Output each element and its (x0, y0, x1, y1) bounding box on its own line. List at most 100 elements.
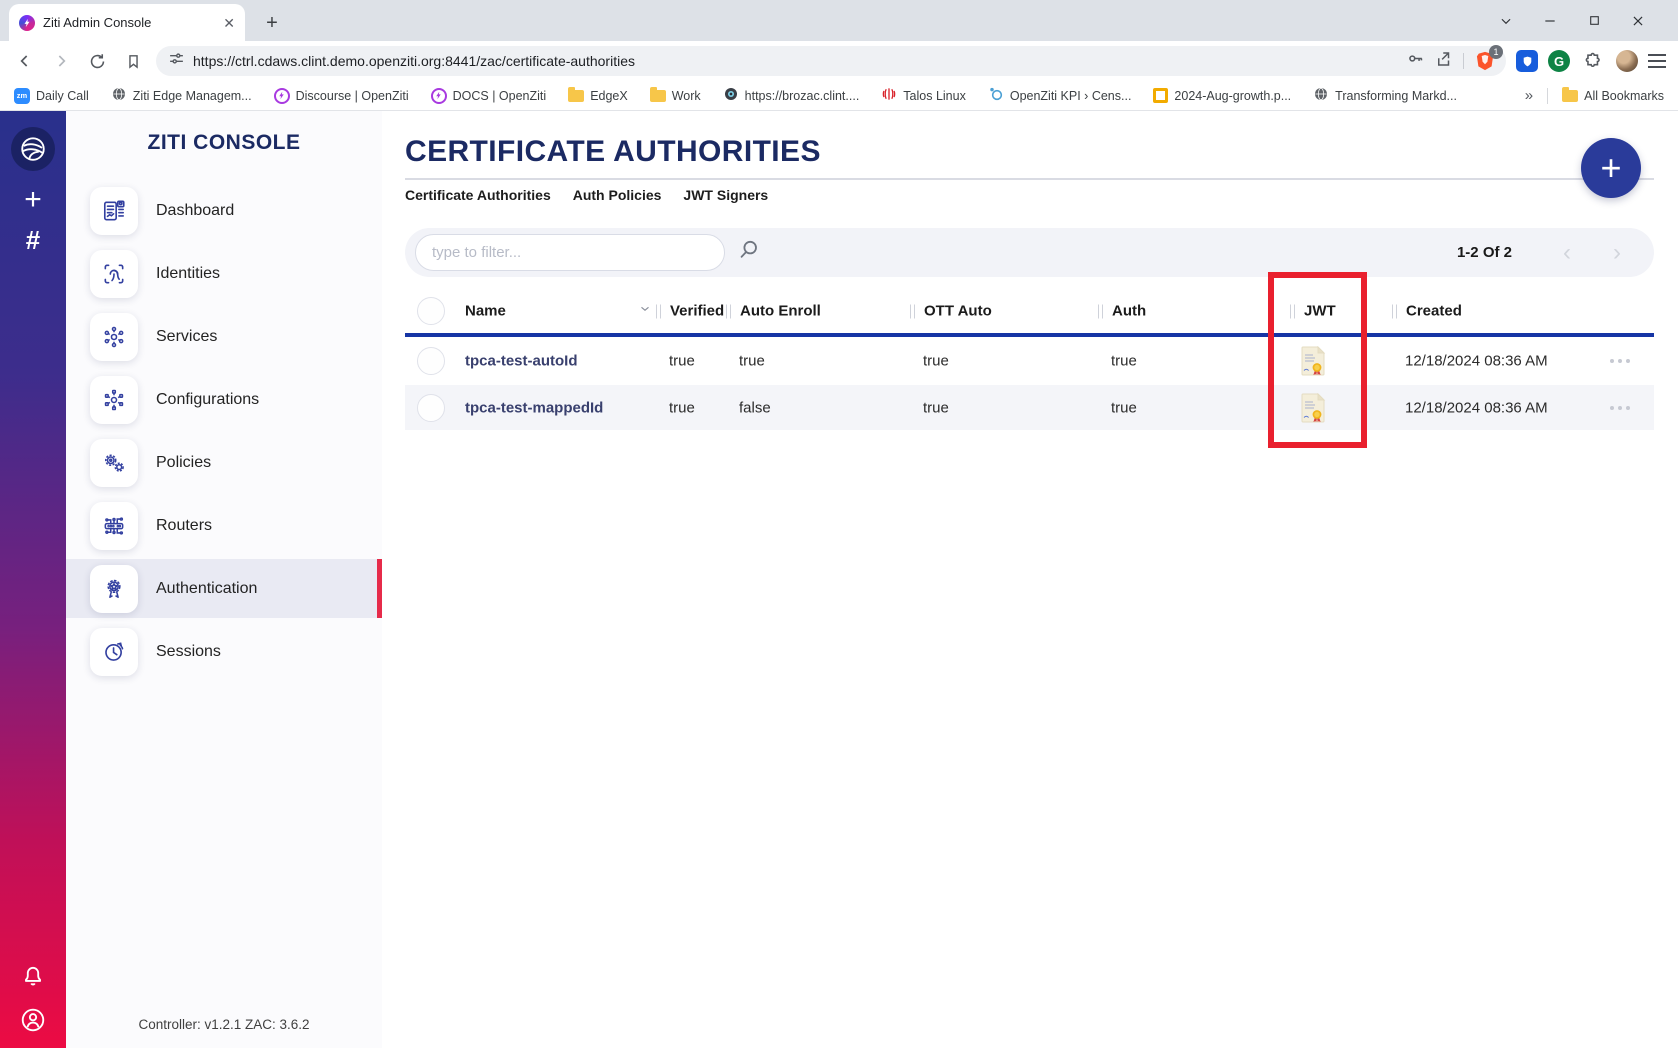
account-icon[interactable] (0, 1006, 66, 1034)
sidebar-item-configurations[interactable]: Configurations (66, 370, 382, 429)
sidebar-item-sessions[interactable]: Sessions (66, 622, 382, 681)
bitwarden-extension-icon[interactable] (1516, 50, 1538, 72)
column-name[interactable]: Name (465, 303, 506, 320)
sort-chevron-icon[interactable] (638, 302, 652, 321)
certificate-jwt-icon[interactable] (1300, 393, 1326, 423)
window-minimize-button[interactable] (1528, 0, 1572, 41)
profile-avatar[interactable] (1616, 50, 1638, 72)
site-settings-tune-icon[interactable] (168, 50, 185, 72)
bookmark-item[interactable]: Talos Linux (881, 86, 966, 105)
shield-badge: 1 (1489, 45, 1503, 59)
app-brand: ZITI CONSOLE (66, 131, 382, 155)
share-icon[interactable] (1435, 50, 1453, 73)
tab-title: Ziti Admin Console (43, 15, 215, 30)
cell-auto-enroll: false (739, 399, 771, 416)
bookmark-item[interactable]: Transforming Markd... (1313, 86, 1457, 105)
row-checkbox[interactable] (417, 347, 445, 375)
rail-hash-button[interactable]: # (0, 225, 66, 256)
bookmark-item[interactable]: EdgeX (568, 89, 628, 103)
bookmarks-overflow-chevrons[interactable]: » (1525, 87, 1533, 104)
page-title: CERTIFICATE AUTHORITIES (405, 135, 821, 169)
row-actions-button[interactable] (1610, 406, 1630, 410)
pagination-prev-icon[interactable]: ‹ (1554, 241, 1580, 265)
openziti-ring-icon (431, 88, 447, 104)
main-content: CERTIFICATE AUTHORITIES Certificate Auth… (382, 111, 1678, 1048)
row-checkbox[interactable] (417, 394, 445, 422)
cell-name[interactable]: tpca-test-mappedId (465, 399, 603, 416)
password-key-icon[interactable] (1406, 49, 1425, 73)
column-ott-auto[interactable]: OTT Auto (910, 303, 992, 320)
grammarly-extension-icon[interactable]: G (1548, 50, 1570, 72)
brave-shield-icon[interactable]: 1 (1474, 50, 1496, 72)
bookmark-item[interactable]: https://brozac.clint.... (723, 86, 860, 105)
back-button[interactable] (12, 48, 38, 74)
column-jwt[interactable]: JWT (1290, 303, 1336, 320)
sidebar-item-policies[interactable]: Policies (66, 433, 382, 492)
certificate-jwt-icon[interactable] (1300, 346, 1326, 376)
sidebar-item-authentication[interactable]: Authentication (66, 559, 382, 618)
browser-menu-icon[interactable] (1648, 54, 1666, 68)
bookmark-item[interactable]: Work (650, 89, 701, 103)
table-row[interactable]: tpca-test-autoId true true true true (405, 337, 1654, 385)
bookmark-item[interactable]: 2024-Aug-growth.p... (1153, 88, 1291, 103)
configurations-network-icon (90, 376, 138, 424)
bookmark-item[interactable]: DOCS | OpenZiti (431, 88, 547, 104)
cell-verified: true (669, 353, 695, 370)
bookmark-item[interactable]: zm Daily Call (14, 88, 89, 104)
cell-created: 12/18/2024 08:36 AM (1405, 399, 1548, 416)
rail-add-button[interactable]: + (0, 183, 66, 217)
divider (1547, 88, 1548, 104)
window-close-button[interactable] (1616, 0, 1660, 41)
all-bookmarks-button[interactable]: All Bookmarks (1562, 89, 1664, 103)
tab-auth-policies[interactable]: Auth Policies (573, 187, 662, 203)
sidebar: ZITI CONSOLE Dashboard (66, 111, 382, 1048)
policies-gears-icon (90, 439, 138, 487)
forward-button[interactable] (48, 48, 74, 74)
tab-search-chevron-icon[interactable] (1484, 0, 1528, 41)
divider (405, 178, 1654, 180)
column-created[interactable]: Created (1392, 303, 1462, 320)
bookmark-item[interactable]: Discourse | OpenZiti (274, 88, 409, 104)
pagination-next-icon[interactable]: › (1604, 241, 1630, 265)
browser-tab[interactable]: Ziti Admin Console ✕ (9, 4, 245, 41)
bookmarks-bar: zm Daily Call Ziti Edge Managem... Disco… (0, 81, 1678, 111)
bookmark-page-icon[interactable] (120, 48, 146, 74)
column-auto-enroll[interactable]: Auto Enroll (726, 303, 821, 320)
filter-bar: 1-2 Of 2 ‹ › (405, 228, 1654, 277)
window-maximize-button[interactable] (1572, 0, 1616, 41)
sidebar-item-identities[interactable]: Identities (66, 244, 382, 303)
ziti-logo-icon[interactable] (11, 127, 55, 171)
tab-jwt-signers[interactable]: JWT Signers (683, 187, 768, 203)
sidebar-item-routers[interactable]: Routers (66, 496, 382, 555)
column-verified[interactable]: Verified (656, 303, 724, 320)
tab-certificate-authorities[interactable]: Certificate Authorities (405, 187, 551, 203)
notifications-bell-icon[interactable] (0, 962, 66, 988)
sidebar-item-services[interactable]: Services (66, 307, 382, 366)
cell-created: 12/18/2024 08:36 AM (1405, 353, 1548, 370)
tab-close-icon[interactable]: ✕ (223, 16, 235, 30)
browser-window: Ziti Admin Console ✕ + (0, 0, 1678, 1048)
clock-icon (90, 628, 138, 676)
bookmark-item[interactable]: Ziti Edge Managem... (111, 86, 252, 105)
extensions-puzzle-icon[interactable] (1580, 48, 1606, 74)
bookmark-item[interactable]: OpenZiti KPI › Cens... (988, 86, 1132, 105)
sidebar-item-dashboard[interactable]: Dashboard (66, 181, 382, 240)
folder-icon (568, 90, 584, 102)
filter-input[interactable] (415, 234, 725, 271)
cell-name[interactable]: tpca-test-autoId (465, 353, 578, 370)
version-footer: Controller: v1.2.1 ZAC: 3.6.2 (66, 1017, 382, 1032)
table-row[interactable]: tpca-test-mappedId true false true true (405, 385, 1654, 430)
column-auth[interactable]: Auth (1098, 303, 1146, 320)
new-tab-button[interactable]: + (257, 8, 287, 38)
reload-button[interactable] (84, 48, 110, 74)
row-actions-button[interactable] (1610, 359, 1630, 363)
url-text[interactable]: https://ctrl.cdaws.clint.demo.openziti.o… (193, 53, 1398, 69)
select-all-checkbox[interactable] (417, 297, 445, 325)
openziti-ring-icon (274, 88, 290, 104)
folder-icon (650, 90, 666, 102)
add-button[interactable]: + (1581, 138, 1641, 198)
search-icon[interactable] (737, 238, 761, 267)
dashboard-icon (90, 187, 138, 235)
slides-icon (1153, 88, 1168, 103)
address-bar[interactable]: https://ctrl.cdaws.clint.demo.openziti.o… (156, 46, 1506, 76)
